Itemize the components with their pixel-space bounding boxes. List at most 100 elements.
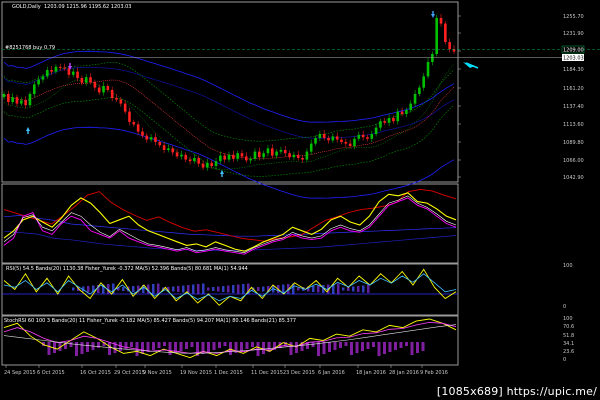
time-tick-label: 6 Jan 2016 (318, 370, 345, 376)
candle-body (314, 138, 317, 144)
histogram-bar (122, 287, 125, 291)
histogram-bar (377, 342, 381, 356)
candle-body (357, 134, 361, 139)
ohlc-quote: 1203.09 1215.96 1195.62 1203.03 (44, 4, 131, 10)
candle-body (348, 143, 352, 146)
price-tick-label: 1255.70 (563, 14, 584, 20)
histogram-bar (262, 342, 265, 354)
price-panel[interactable] (2, 11, 600, 199)
candle-body (270, 148, 274, 156)
histogram-bar (47, 342, 51, 355)
time-tick-label: 9 Feb 2016 (420, 370, 448, 376)
indicator-tick-label: 0 (563, 304, 566, 310)
indicator-panel-1[interactable] (3, 188, 457, 255)
candle-body (240, 153, 244, 157)
candle-body (422, 76, 426, 88)
candle-body (145, 135, 149, 140)
indicator-tick-label: 51.8 (563, 333, 574, 339)
histogram-bar (328, 342, 331, 352)
histogram-bar (262, 286, 265, 292)
candle-body (119, 99, 123, 104)
candle-body (439, 18, 443, 24)
histogram-bar (97, 342, 100, 348)
candle-body (20, 100, 23, 104)
histogram-bar (152, 342, 155, 350)
candle-body (106, 86, 110, 90)
candle-body (409, 103, 413, 110)
candle-body (97, 87, 101, 93)
histogram-bar (177, 286, 180, 292)
candle-body (193, 158, 196, 162)
watermark-text: [1085x689] https://upic.me/ (436, 385, 597, 398)
candle-body (71, 71, 75, 75)
blue-band-line (3, 215, 457, 237)
histogram-bar (322, 342, 326, 354)
histogram-bar (130, 342, 133, 347)
arrow-down-icon (431, 11, 435, 18)
histogram-bar (421, 342, 425, 351)
candle-body (141, 131, 144, 136)
price-tick-label: 1231.90 (563, 31, 584, 37)
time-tick-label: 11 Dec 2015 (251, 370, 283, 376)
histogram-bar (223, 342, 227, 346)
histogram-bar (405, 342, 408, 346)
candle-body (379, 121, 382, 128)
histogram-bar (337, 283, 340, 295)
candle-body (180, 154, 183, 157)
candle-body (219, 155, 222, 162)
histogram-bar (237, 284, 240, 294)
histogram-bar (361, 342, 364, 351)
candle-body (318, 134, 322, 138)
candle-body (249, 158, 252, 161)
histogram-bar (357, 286, 360, 292)
histogram-bar (163, 342, 166, 346)
candle-body (184, 154, 188, 160)
trading-chart[interactable]: 1255.701231.901208.101184.301161.201137.… (0, 0, 600, 400)
candle-body (257, 151, 261, 158)
histogram-bar (69, 342, 73, 347)
histogram-bar (182, 285, 185, 293)
histogram-bar (185, 342, 188, 349)
candle-body (327, 138, 330, 141)
candle-body (400, 111, 404, 114)
histogram-bar (350, 342, 353, 355)
indicator-panel-3[interactable] (3, 318, 457, 359)
histogram-bar (179, 342, 183, 351)
candle-body (305, 151, 309, 160)
candle-body (227, 154, 231, 160)
candle-body (435, 18, 438, 54)
candle-body (444, 23, 447, 42)
histogram-bar (86, 342, 89, 352)
symbol-label: GOLD,Daily (12, 4, 41, 10)
candle-body (136, 124, 140, 132)
indicator-label-stochrsi: StochRSI 60 100 3 Bands(20) 11 Fisher_Yu… (4, 318, 296, 324)
histogram-bar (172, 286, 175, 292)
histogram-bar (222, 286, 225, 292)
candle-body (275, 151, 278, 156)
histogram-bar (190, 342, 194, 347)
candle-body (167, 148, 170, 150)
candle-body (223, 155, 226, 160)
candle-body (123, 103, 127, 112)
histogram-bar (344, 342, 348, 346)
indicator-panel-2[interactable] (2, 268, 458, 306)
histogram-bar (251, 342, 254, 347)
candle-body (361, 134, 365, 138)
candle-body (344, 142, 348, 144)
histogram-bar (388, 342, 392, 352)
histogram-bar (227, 285, 230, 293)
candle-body (37, 79, 40, 85)
price-tick-label: 1113.60 (563, 122, 584, 128)
arrow-up-icon (26, 127, 30, 134)
histogram-bar (257, 287, 260, 291)
candle-body (292, 154, 296, 158)
candle-body (396, 111, 400, 122)
candle-body (41, 76, 45, 80)
candle-body (80, 78, 84, 83)
indicator-series-line (3, 197, 457, 255)
indicator-tick-label: 23.6 (563, 349, 574, 355)
candle-body (387, 118, 391, 123)
histogram-bar (416, 342, 419, 353)
candle-body (383, 121, 387, 123)
histogram-bar (355, 342, 359, 353)
